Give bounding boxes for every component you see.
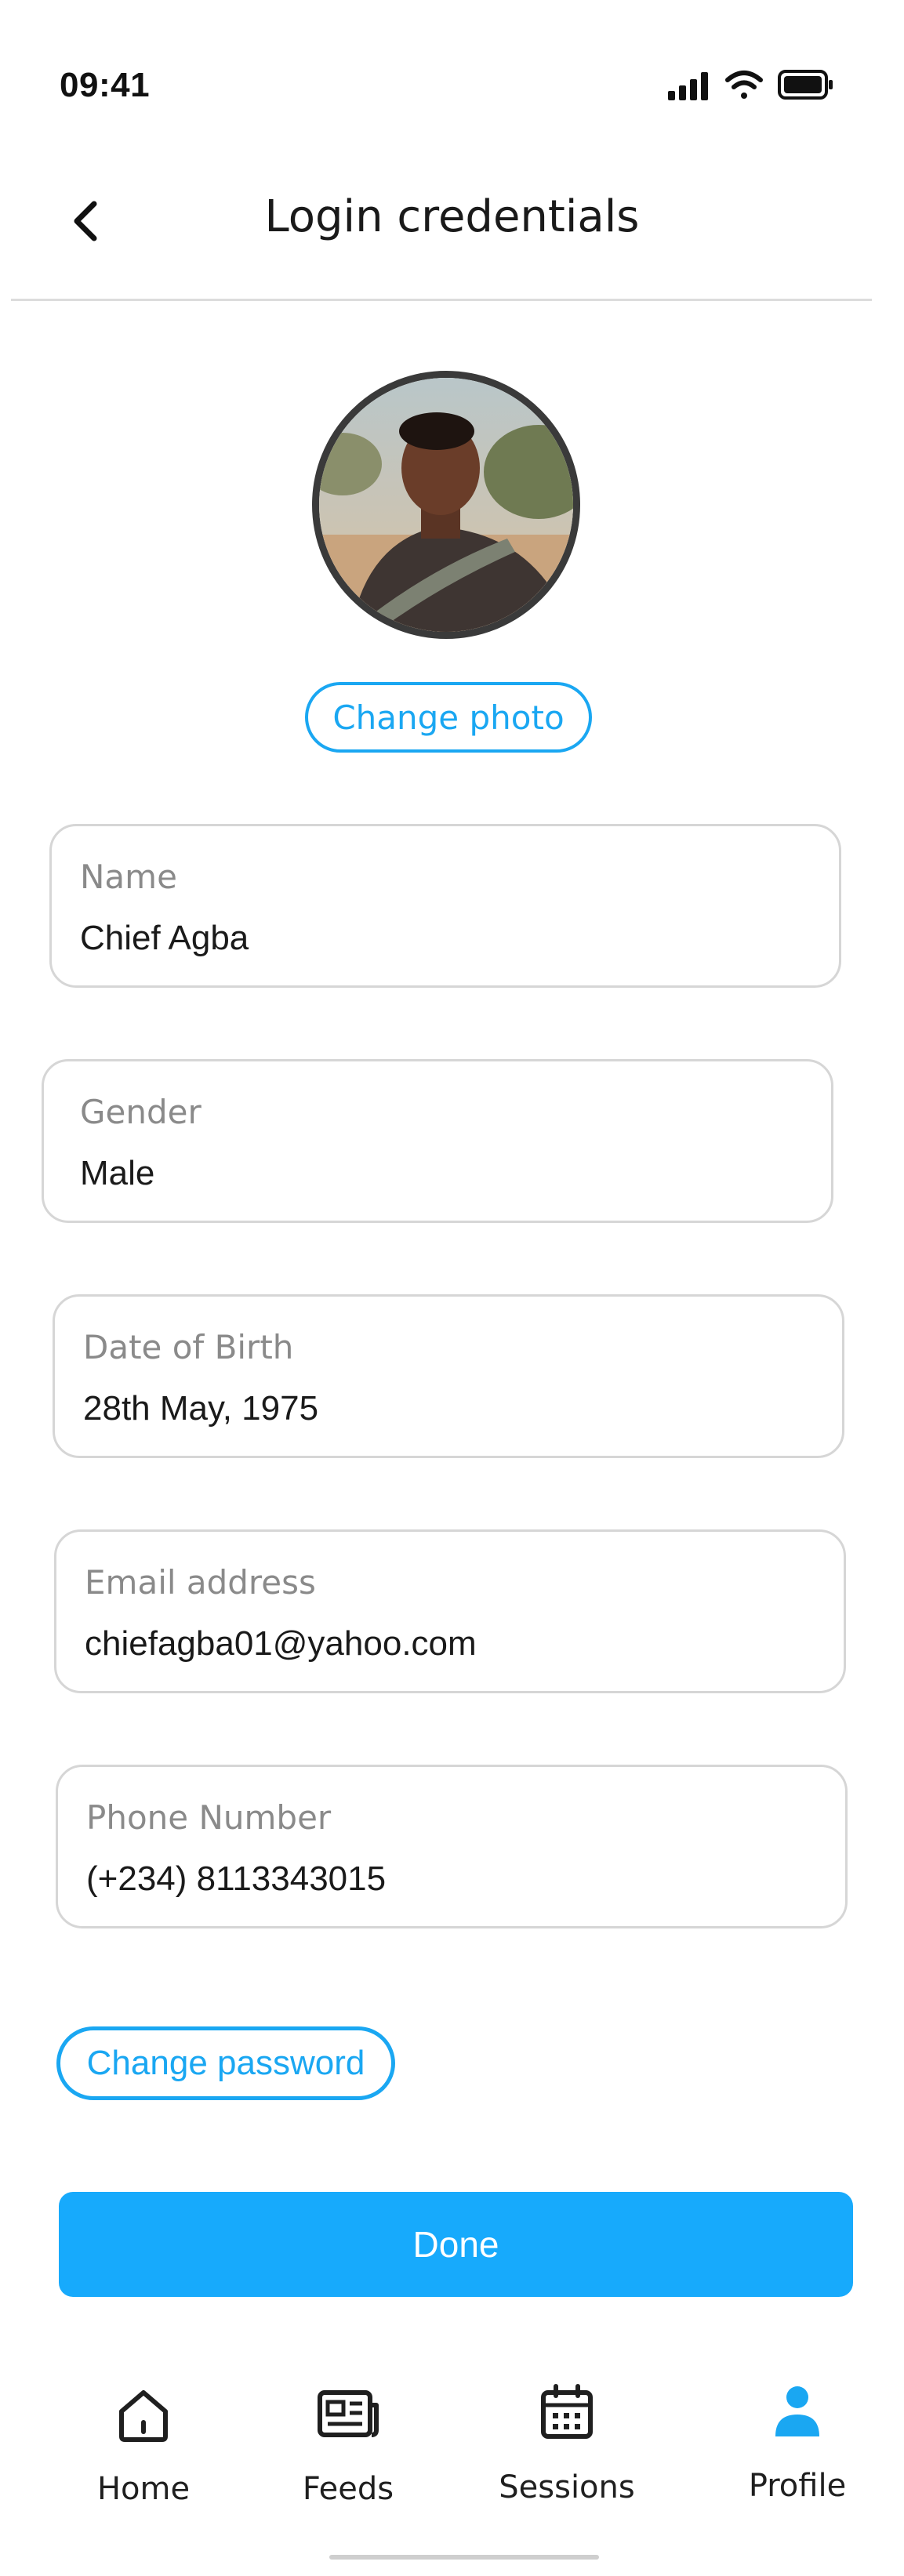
dob-label: Date of Birth bbox=[83, 1328, 294, 1366]
email-field[interactable]: Email address chiefagba01@yahoo.com bbox=[54, 1529, 846, 1693]
phone-value: (+234) 8113343015 bbox=[86, 1859, 387, 1898]
status-icons bbox=[666, 67, 835, 103]
change-photo-button[interactable]: Change photo bbox=[305, 682, 592, 753]
header-divider bbox=[11, 299, 872, 301]
email-value: chiefagba01@yahoo.com bbox=[85, 1624, 477, 1663]
nav-label-feeds: Feeds bbox=[302, 2471, 394, 2507]
dob-field[interactable]: Date of Birth 28th May, 1975 bbox=[53, 1294, 844, 1458]
calendar-icon bbox=[541, 2384, 593, 2439]
profile-icon bbox=[775, 2386, 819, 2436]
gender-value: Male bbox=[80, 1154, 155, 1192]
email-label: Email address bbox=[85, 1563, 316, 1602]
phone-label: Phone Number bbox=[86, 1798, 332, 1837]
gender-field[interactable]: Gender Male bbox=[42, 1059, 833, 1223]
home-icon bbox=[119, 2390, 168, 2442]
battery-icon bbox=[778, 70, 833, 100]
wifi-icon bbox=[725, 71, 763, 99]
nav-item-sessions[interactable]: Sessions bbox=[481, 2383, 653, 2540]
dob-value: 28th May, 1975 bbox=[83, 1389, 319, 1428]
feeds-icon bbox=[318, 2390, 379, 2437]
nav-item-profile[interactable]: Profile bbox=[711, 2382, 884, 2538]
nav-item-home[interactable]: Home bbox=[57, 2385, 230, 2542]
nav-label-sessions: Sessions bbox=[499, 2469, 635, 2505]
phone-field[interactable]: Phone Number (+234) 8113343015 bbox=[56, 1765, 848, 1928]
name-value: Chief Agba bbox=[80, 919, 249, 957]
gender-label: Gender bbox=[80, 1093, 201, 1131]
page-title: Login credentials bbox=[264, 191, 640, 242]
nav-label-profile: Profile bbox=[748, 2468, 847, 2504]
signal-icon bbox=[668, 72, 708, 100]
change-password-button[interactable]: Change password bbox=[56, 2026, 395, 2100]
done-button[interactable]: Done bbox=[59, 2192, 853, 2297]
name-label: Name bbox=[80, 858, 177, 896]
name-field[interactable]: Name Chief Agba bbox=[49, 824, 841, 988]
status-time: 09:41 bbox=[60, 66, 151, 104]
nav-item-feeds[interactable]: Feeds bbox=[262, 2385, 434, 2542]
profile-photo bbox=[319, 378, 573, 632]
nav-label-home: Home bbox=[96, 2471, 191, 2507]
avatar bbox=[312, 371, 580, 639]
home-indicator bbox=[329, 2555, 599, 2560]
